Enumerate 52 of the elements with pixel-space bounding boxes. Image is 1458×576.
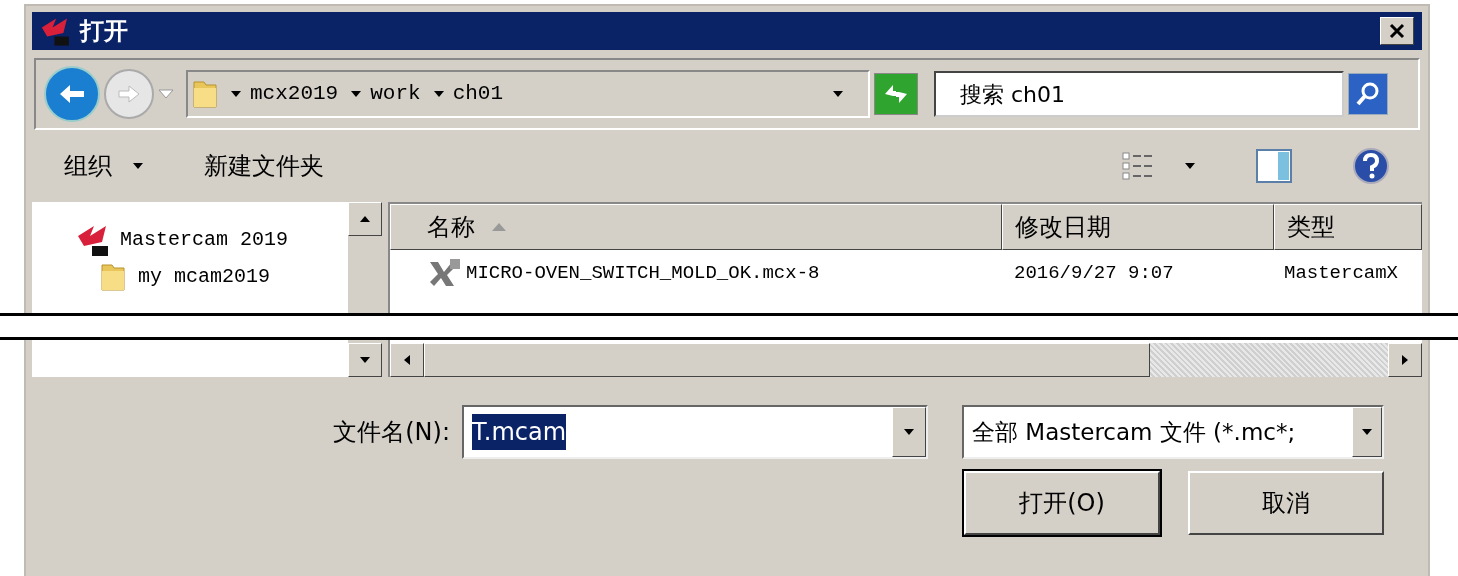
back-button[interactable] [44,66,100,122]
breadcrumb-item[interactable]: work [370,78,421,110]
table-cell-text: MICRO-OVEN_SWITCH_MOLD_OK.mcx-8 [466,260,820,286]
file-type-value: 全部 Mastercam 文件 (*.mc*; [972,417,1296,447]
history-dropdown-icon[interactable] [158,89,174,99]
scroll-right-arrow-icon [1401,354,1409,366]
scroll-up-arrow-icon [359,215,372,223]
file-icon [428,258,462,288]
table-cell: MastercamX [1284,261,1399,284]
address-field[interactable]: mcx2019 work ch01 [186,70,870,118]
window-title: 打开 [80,16,128,47]
toolbar-button[interactable]: 组织 [64,148,144,184]
scroll-left-arrow-icon [403,354,411,366]
folder-icon [100,262,126,292]
search-placeholder: 搜索 ch01 [960,80,1066,109]
close-button[interactable] [1380,17,1414,45]
file-name-field[interactable]: T.mcam [462,405,928,459]
breadcrumb-arrow-icon [350,90,363,98]
close-icon [1389,23,1405,39]
forward-arrow-icon [117,84,141,104]
search-icon [1355,81,1381,107]
column-header[interactable]: 修改日期 [1002,204,1274,250]
dialog-button[interactable]: 取消 [1188,471,1384,535]
dropdown-arrow-icon [132,162,144,170]
search-field[interactable]: 搜索 ch01 [934,71,1344,117]
back-arrow-icon [58,82,86,106]
breadcrumb-item[interactable]: mcx2019 [250,78,339,110]
dropdown-arrow-icon [903,428,915,436]
help-icon[interactable] [1352,147,1390,185]
breadcrumb-item[interactable]: ch01 [452,78,504,110]
toolbar-button[interactable]: 新建文件夹 [204,148,324,184]
column-header[interactable]: 名称 [390,204,1002,250]
search-button[interactable] [1348,73,1388,115]
refresh-button[interactable] [874,73,918,115]
column-header[interactable]: 类型 [1274,204,1422,250]
horizontal-scrollbar[interactable] [390,343,1422,377]
breadcrumb-arrow-icon [432,90,445,98]
tree-item[interactable]: Mastercam 2019 [120,225,289,255]
file-name-label: 文件名(N): [333,417,450,448]
scroll-down-arrow-icon [359,356,372,364]
dropdown-arrow-icon [832,90,844,98]
folder-icon [192,79,218,109]
dropdown-arrow-icon [1361,428,1373,436]
file-type-select[interactable]: 全部 Mastercam 文件 (*.mc*; [962,405,1384,459]
file-name-value: T.mcam [472,414,567,450]
table-cell: 2016/9/27 9:07 [1014,261,1174,284]
sort-ascending-icon [491,222,507,232]
dialog-button[interactable]: 打开(O) [964,471,1160,535]
breadcrumb-arrow-icon [230,90,242,98]
view-dropdown-icon [1184,162,1196,170]
tree-item[interactable]: my mcam2019 [138,262,271,292]
preview-pane-icon[interactable] [1256,149,1292,183]
